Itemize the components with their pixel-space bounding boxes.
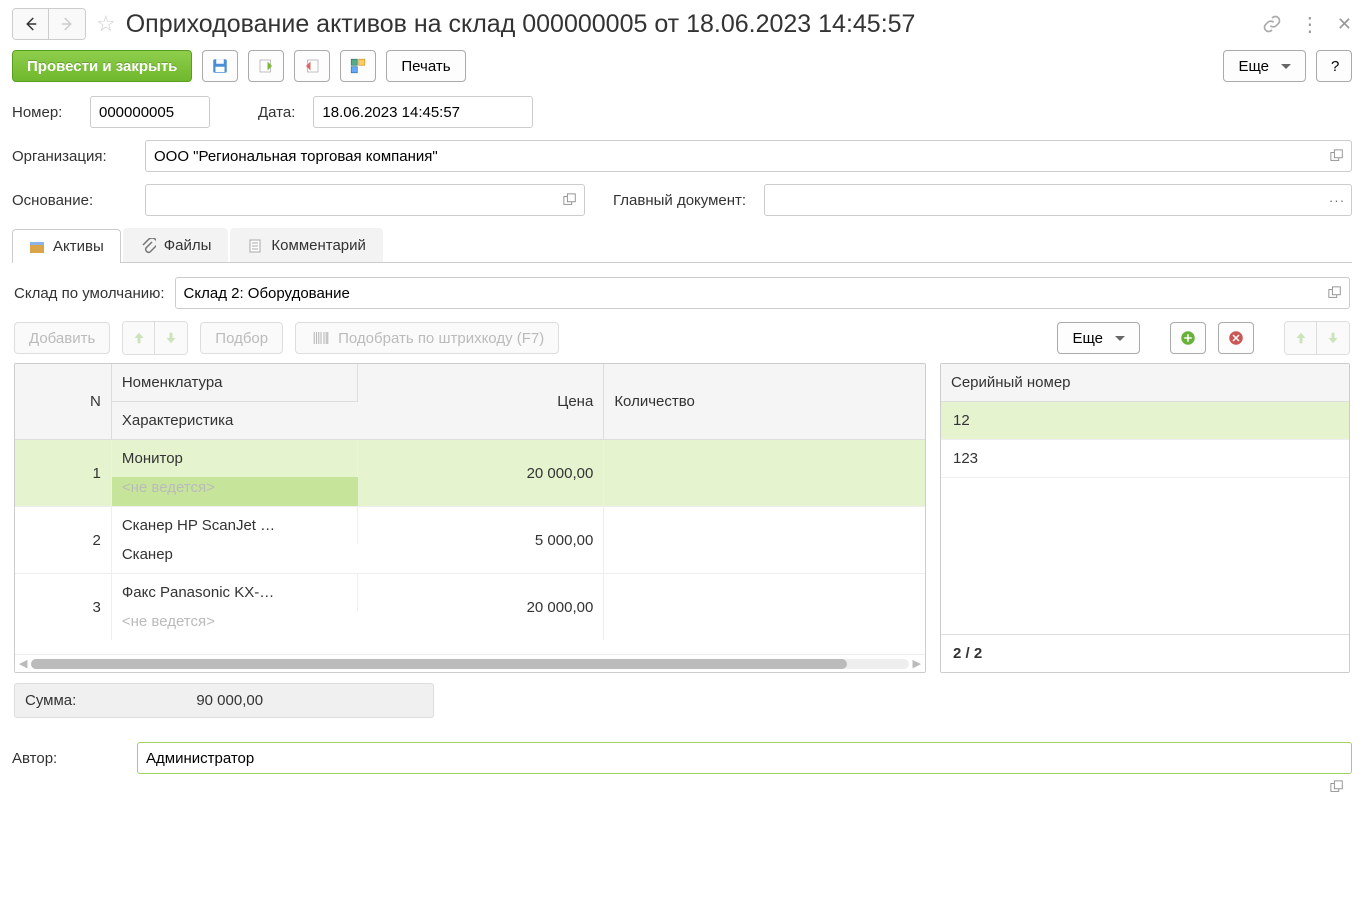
serials-panel: Серийный номер 12 123 2 / 2 [940, 363, 1350, 673]
link-icon[interactable] [1262, 14, 1282, 34]
favorite-star-icon[interactable]: ☆ [96, 11, 116, 37]
box-icon [29, 239, 45, 255]
serial-move-up-button[interactable] [1285, 322, 1317, 354]
back-button[interactable] [13, 9, 49, 39]
add-row-button[interactable]: Добавить [14, 322, 110, 354]
tab-files-label: Файлы [164, 237, 212, 254]
default-warehouse-field[interactable] [175, 277, 1350, 309]
col-nom-header: Номенклатура [111, 364, 357, 402]
serials-table[interactable]: Серийный номер 12 123 2 / 2 [940, 363, 1350, 673]
sum-value: 90 000,00 [196, 692, 263, 709]
author-field[interactable] [137, 742, 1352, 774]
col-n-header: N [15, 364, 111, 440]
unpost-button[interactable] [294, 50, 330, 82]
author-label: Автор: [12, 750, 127, 767]
org-label: Организация: [12, 148, 127, 165]
sum-box: Сумма: 90 000,00 [14, 683, 434, 718]
default-warehouse-label: Склад по умолчанию: [14, 285, 165, 302]
title-bar: ☆ Оприходование активов на склад 0000000… [12, 8, 1352, 40]
help-button[interactable]: ? [1316, 50, 1352, 82]
table-row[interactable]: 2 Сканер HP ScanJet … 5 000,00 [15, 507, 925, 545]
barcode-button-label: Подобрать по штрихкоду (F7) [338, 330, 544, 347]
barcode-button[interactable]: Подобрать по штрихкоду (F7) [295, 322, 559, 354]
barcode-icon [310, 329, 332, 347]
basis-field[interactable] [145, 184, 585, 216]
tab-files[interactable]: Файлы [123, 228, 229, 262]
default-warehouse-open-icon[interactable] [1322, 280, 1348, 306]
serials-count: 2 / 2 [941, 634, 1349, 672]
paperclip-icon [140, 238, 156, 254]
number-label: Номер: [12, 104, 72, 121]
col-qty-header: Количество [604, 364, 925, 440]
serials-header: Серийный номер [941, 364, 1349, 402]
tab-comment-label: Комментарий [271, 237, 365, 254]
document-icon [247, 238, 263, 254]
serial-move-down-button[interactable] [1317, 322, 1349, 354]
table-row[interactable]: 3 Факс Panasonic KX-… 20 000,00 [15, 574, 925, 612]
horizontal-scrollbar[interactable]: ◀ ▶ [15, 654, 925, 672]
basis-label: Основание: [12, 192, 127, 209]
main-toolbar: Провести и закрыть Печать Еще ? [12, 50, 1352, 82]
sum-label: Сумма: [25, 692, 76, 709]
serial-row[interactable]: 123 [941, 440, 1349, 478]
post-button[interactable] [248, 50, 284, 82]
tabs: Активы Файлы Комментарий [12, 228, 1352, 263]
selection-button[interactable]: Подбор [200, 322, 283, 354]
move-down-button[interactable] [155, 322, 187, 354]
tab-assets[interactable]: Активы [12, 229, 121, 263]
number-field[interactable] [90, 96, 210, 128]
forward-button[interactable] [49, 9, 85, 39]
table-more-button[interactable]: Еще [1057, 322, 1140, 354]
print-button[interactable]: Печать [386, 50, 465, 82]
close-icon[interactable]: ✕ [1337, 14, 1352, 35]
maindoc-label: Главный документ: [613, 192, 746, 209]
basis-open-icon[interactable] [557, 187, 583, 213]
serial-delete-button[interactable] [1218, 322, 1254, 354]
nav-buttons [12, 8, 86, 40]
tab-assets-label: Активы [53, 238, 104, 255]
author-open-icon[interactable] [1324, 774, 1350, 800]
structure-button[interactable] [340, 50, 376, 82]
col-price-header: Цена [358, 364, 604, 440]
assets-table-toolbar: Добавить Подбор Подобрать по штрихкоду (… [14, 321, 1350, 355]
table-row[interactable]: 1 Монитор 20 000,00 [15, 440, 925, 478]
tab-comment[interactable]: Комментарий [230, 228, 382, 262]
assets-table[interactable]: N Номенклатура Цена Количество Характери… [14, 363, 926, 673]
maindoc-ellipsis-icon[interactable]: ··· [1324, 187, 1350, 213]
move-up-button[interactable] [123, 322, 155, 354]
maindoc-field[interactable] [764, 184, 1352, 216]
date-label: Дата: [258, 104, 295, 121]
more-button[interactable]: Еще [1223, 50, 1306, 82]
col-char-header: Характеристика [111, 402, 357, 440]
kebab-menu-icon[interactable]: ⋮ [1300, 12, 1319, 37]
date-field[interactable] [313, 96, 533, 128]
org-open-icon[interactable] [1324, 143, 1350, 169]
page-title: Оприходование активов на склад 000000005… [126, 10, 1252, 39]
save-button[interactable] [202, 50, 238, 82]
post-and-close-button[interactable]: Провести и закрыть [12, 50, 192, 82]
serial-add-button[interactable] [1170, 322, 1206, 354]
serial-row[interactable]: 12 [941, 402, 1349, 440]
org-field[interactable] [145, 140, 1352, 172]
